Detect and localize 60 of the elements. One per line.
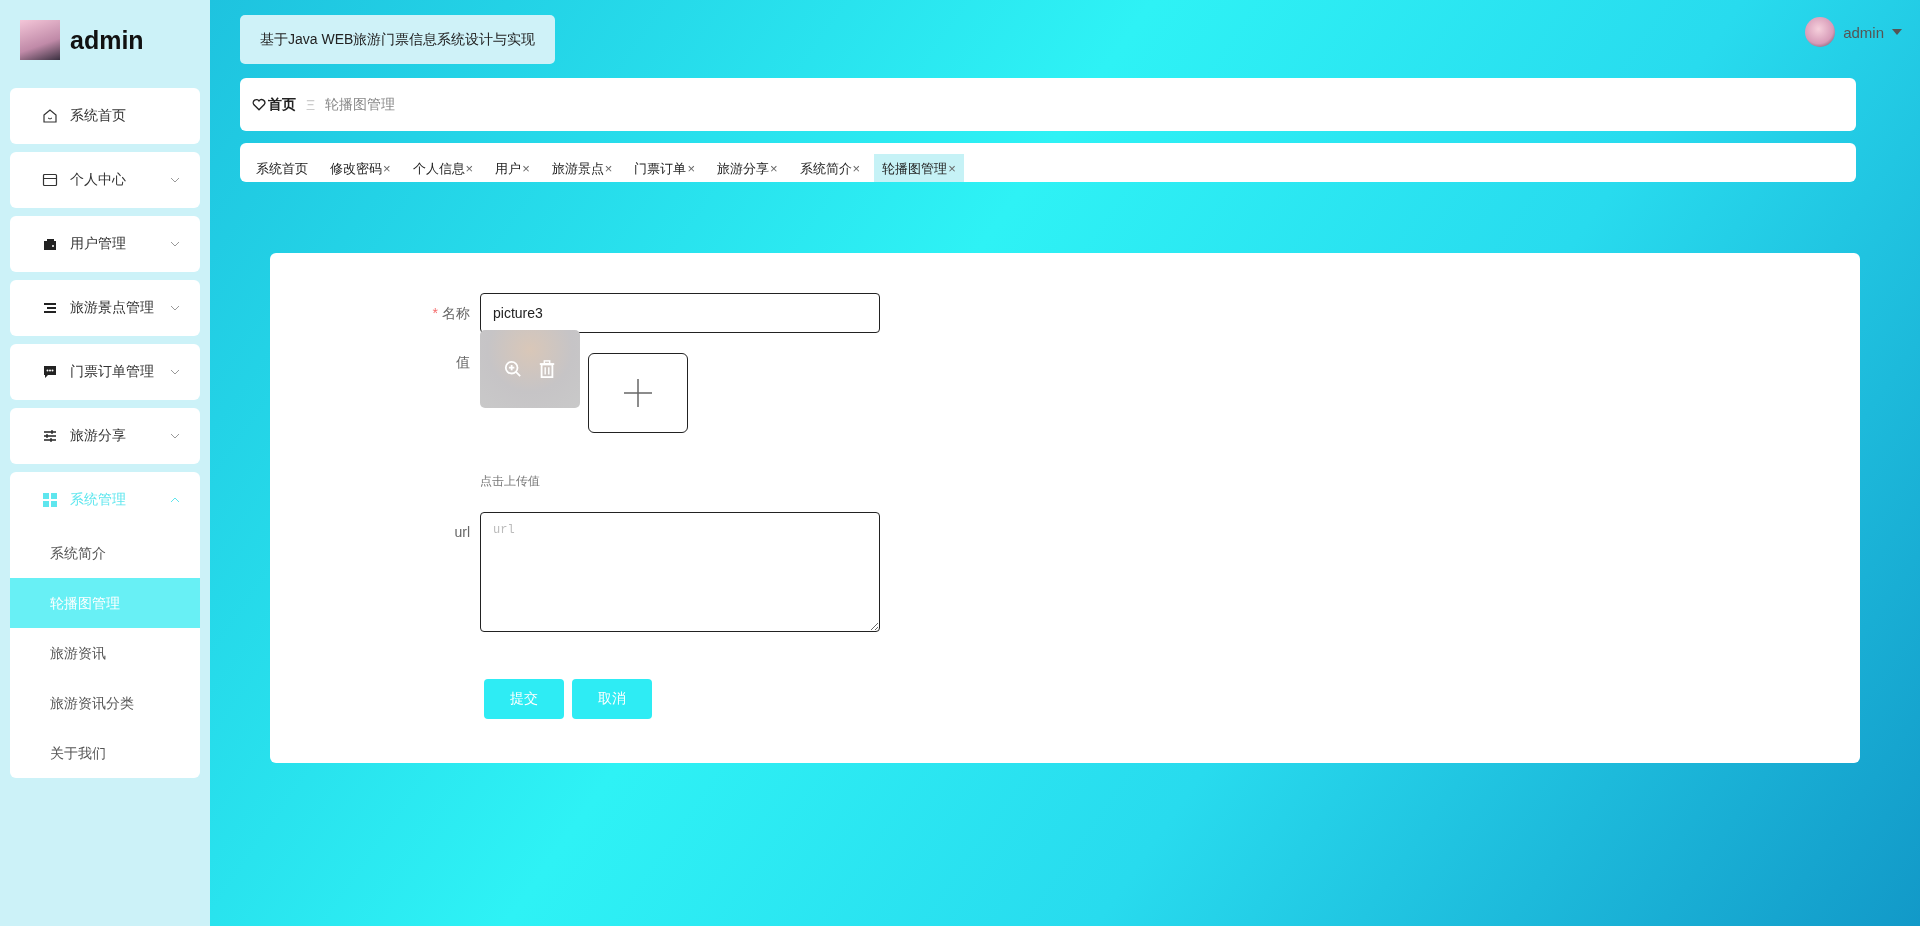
- zoom-in-icon[interactable]: [504, 360, 522, 378]
- plus-icon: [624, 379, 652, 407]
- menu-item[interactable]: 门票订单管理: [10, 344, 200, 400]
- breadcrumb-current: 轮播图管理: [325, 95, 396, 114]
- user-avatar[interactable]: [1805, 17, 1836, 47]
- submenu-item[interactable]: 旅游资讯: [10, 628, 200, 678]
- close-icon[interactable]: ×: [465, 161, 474, 176]
- tab[interactable]: 个人信息×: [404, 154, 482, 182]
- chat-icon: [42, 364, 58, 380]
- avatar-placeholder: [20, 20, 60, 60]
- brand-name: admin: [70, 25, 144, 55]
- close-icon[interactable]: ×: [769, 161, 778, 176]
- menu-item[interactable]: 旅游分享: [10, 408, 200, 464]
- url-textarea[interactable]: url: [480, 512, 880, 632]
- submenu-item[interactable]: 关于我们: [10, 728, 200, 778]
- submenu-item[interactable]: 旅游资讯分类: [10, 678, 200, 728]
- delete-icon[interactable]: [538, 360, 556, 378]
- upload-hint: 点击上传值: [480, 473, 541, 490]
- tab[interactable]: 门票订单×: [626, 154, 703, 182]
- card-icon: [42, 172, 58, 188]
- tab[interactable]: 系统首页: [248, 154, 316, 182]
- chevron-icon: [170, 305, 180, 311]
- tab[interactable]: 用户×: [487, 154, 538, 182]
- close-icon[interactable]: ×: [852, 161, 861, 176]
- close-icon[interactable]: ×: [522, 161, 530, 176]
- home-icon: [42, 108, 58, 124]
- menu-item[interactable]: 个人中心: [10, 152, 200, 208]
- chevron-icon: [170, 177, 180, 183]
- chevron-icon: [170, 241, 180, 247]
- wallet-icon: [42, 236, 58, 252]
- menu-item[interactable]: 旅游景点管理: [10, 280, 200, 336]
- required-mark: *: [432, 305, 438, 321]
- chevron-icon: [170, 497, 180, 503]
- grid-icon: [42, 492, 58, 508]
- sliders-icon: [42, 428, 58, 444]
- system-title: 基于Java WEB旅游门票信息系统设计与实现: [240, 15, 556, 64]
- caret-icon[interactable]: [1892, 29, 1902, 35]
- close-icon[interactable]: ×: [948, 161, 956, 176]
- close-icon[interactable]: ×: [383, 161, 391, 176]
- tab[interactable]: 旅游分享×: [708, 154, 786, 182]
- tab[interactable]: 修改密码×: [322, 154, 399, 182]
- submenu-item[interactable]: 系统简介: [10, 528, 200, 578]
- close-icon[interactable]: ×: [687, 161, 695, 176]
- chevron-icon: [170, 369, 180, 375]
- tab[interactable]: 轮播图管理×: [874, 154, 964, 182]
- field-label: url: [454, 524, 470, 540]
- chevron-icon: [170, 433, 180, 439]
- name-input[interactable]: picture3: [480, 293, 880, 333]
- field-label: 名称: [442, 305, 470, 321]
- tab[interactable]: 系统简介×: [791, 154, 869, 182]
- breadcrumb-home[interactable]: 首页: [268, 95, 296, 114]
- list-icon: [42, 300, 58, 316]
- menu-item[interactable]: 系统首页: [10, 88, 200, 144]
- heart-icon: [252, 98, 266, 111]
- upload-button[interactable]: [588, 353, 688, 433]
- menu-item[interactable]: 用户管理: [10, 216, 200, 272]
- user-name[interactable]: admin: [1843, 23, 1884, 41]
- close-icon[interactable]: ×: [604, 161, 613, 176]
- field-label: 值: [456, 354, 470, 370]
- tab[interactable]: 旅游景点×: [543, 154, 621, 182]
